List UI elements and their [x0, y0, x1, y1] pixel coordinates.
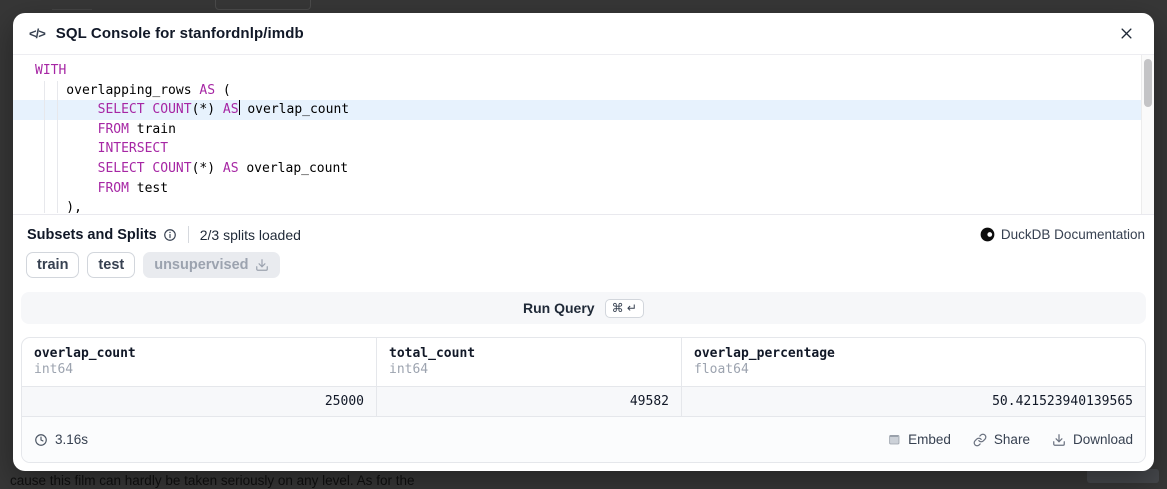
sql-text: (*)	[192, 102, 223, 117]
split-pill-label: test	[98, 257, 124, 273]
sql-keyword: SELECT	[98, 102, 145, 117]
background-page-text: cause this film can hardly be taken seri…	[10, 473, 414, 488]
column-name: total_count	[389, 346, 669, 361]
elapsed-value: 3.16s	[55, 432, 88, 447]
action-label: Embed	[908, 432, 951, 447]
sql-text: overlap_count	[239, 161, 349, 176]
column-header-overlap_percentage: overlap_percentagefloat64	[681, 338, 1145, 386]
query-elapsed-time: 3.16s	[34, 432, 88, 447]
code-line[interactable]: FROM train	[13, 120, 1141, 140]
embed-button[interactable]: Embed	[888, 432, 951, 447]
duckdb-documentation-label: DuckDB Documentation	[1001, 227, 1145, 242]
column-type: float64	[694, 362, 1133, 377]
splits-loaded-status: 2/3 splits loaded	[200, 227, 301, 243]
screen: cause this film can hardly be taken seri…	[0, 0, 1167, 489]
sql-keyword: AS	[199, 83, 215, 98]
split-pill-train[interactable]: train	[26, 252, 79, 278]
sql-text	[35, 102, 98, 117]
sql-keyword: FROM	[98, 181, 129, 196]
code-line[interactable]: INTERSECT	[13, 139, 1141, 159]
code-line[interactable]: overlapping_rows AS (	[13, 81, 1141, 101]
run-query-button[interactable]: Run Query ⌘ ↵	[21, 292, 1146, 324]
sql-text: test	[129, 181, 168, 196]
column-header-overlap_count: overlap_countint64	[22, 338, 376, 386]
sql-text: train	[129, 122, 176, 137]
background-ghost-element	[215, 0, 311, 10]
sql-text: (*)	[192, 161, 223, 176]
code-line[interactable]: WITH	[13, 61, 1141, 81]
code-lines: WITH overlapping_rows AS ( SELECT COUNT(…	[13, 61, 1154, 215]
column-name: overlap_count	[34, 346, 364, 361]
sql-keyword: FROM	[98, 122, 129, 137]
sql-text: ),	[35, 200, 82, 215]
close-icon	[1119, 26, 1134, 41]
split-pill-label: train	[37, 257, 68, 273]
duckdb-logo-icon	[980, 227, 995, 242]
sql-keyword: AS	[223, 161, 239, 176]
sql-text: (	[215, 83, 231, 98]
sql-keyword: COUNT	[152, 102, 191, 117]
table-footer: 3.16s Embed Share Download	[22, 417, 1145, 462]
sql-text	[35, 122, 98, 137]
download-icon	[1052, 433, 1066, 447]
split-pills-row: train test unsupervised	[21, 252, 1146, 278]
keyboard-shortcut-badge: ⌘ ↵	[605, 299, 644, 318]
code-line[interactable]: SELECT COUNT(*) AS overlap_count	[13, 100, 1141, 120]
sql-text: overlap_count	[240, 102, 350, 117]
action-label: Share	[994, 432, 1030, 447]
sql-keyword: SELECT	[98, 161, 145, 176]
split-pill-test[interactable]: test	[87, 252, 135, 278]
table-body: 250004958250.421523940139565	[22, 387, 1145, 417]
code-line[interactable]: SELECT COUNT(*) AS overlap_count	[13, 159, 1141, 179]
sql-text	[35, 181, 98, 196]
sql-text	[35, 161, 98, 176]
sql-keyword: INTERSECT	[98, 141, 168, 156]
download-button[interactable]: Download	[1052, 432, 1133, 447]
column-type: int64	[389, 362, 669, 377]
table-cell: 49582	[376, 387, 681, 416]
share-icon	[973, 433, 987, 447]
table-header-row: overlap_countint64total_countint64overla…	[22, 338, 1145, 387]
sql-keyword: WITH	[35, 63, 66, 78]
code-icon: </>	[29, 26, 45, 41]
share-button[interactable]: Share	[973, 432, 1030, 447]
subsets-title: Subsets and Splits	[27, 227, 157, 243]
duckdb-documentation-link[interactable]: DuckDB Documentation	[980, 227, 1145, 242]
close-button[interactable]	[1115, 22, 1138, 45]
modal-title: SQL Console for stanfordnlp/imdb	[56, 25, 304, 42]
vertical-divider	[188, 226, 189, 243]
clock-icon	[34, 433, 48, 447]
column-header-total_count: total_countint64	[376, 338, 681, 386]
sql-editor[interactable]: WITH overlapping_rows AS ( SELECT COUNT(…	[13, 55, 1154, 215]
action-label: Download	[1073, 432, 1133, 447]
sql-console-modal: </> SQL Console for stanfordnlp/imdb WIT…	[13, 13, 1154, 471]
split-pill-unsupervised[interactable]: unsupervised	[143, 252, 279, 278]
background-ghost-element	[1087, 469, 1159, 483]
sql-text	[35, 141, 98, 156]
table-row: 250004958250.421523940139565	[22, 387, 1145, 417]
embed-icon	[888, 433, 901, 446]
code-line[interactable]: ),	[13, 198, 1141, 215]
footer-actions: Embed Share Download	[888, 432, 1133, 447]
table-cell: 50.421523940139565	[681, 387, 1145, 416]
background-ghost-element	[52, 0, 92, 10]
modal-header: </> SQL Console for stanfordnlp/imdb	[13, 13, 1154, 55]
run-query-label: Run Query	[523, 300, 595, 316]
sql-text: overlapping_rows	[35, 83, 199, 98]
sql-keyword: AS	[223, 102, 239, 117]
split-pill-label: unsupervised	[154, 257, 248, 273]
subsets-row: Subsets and Splits 2/3 splits loaded Duc…	[21, 226, 1146, 243]
info-icon[interactable]	[163, 228, 177, 242]
sql-keyword: COUNT	[152, 161, 191, 176]
table-cell: 25000	[22, 387, 376, 416]
column-type: int64	[34, 362, 364, 377]
editor-scrollbar[interactable]	[1141, 55, 1154, 214]
scrollbar-thumb[interactable]	[1144, 59, 1152, 107]
code-line[interactable]: FROM test	[13, 179, 1141, 199]
download-icon	[255, 258, 269, 272]
column-name: overlap_percentage	[694, 346, 1133, 361]
results-table: overlap_countint64total_countint64overla…	[21, 337, 1146, 463]
